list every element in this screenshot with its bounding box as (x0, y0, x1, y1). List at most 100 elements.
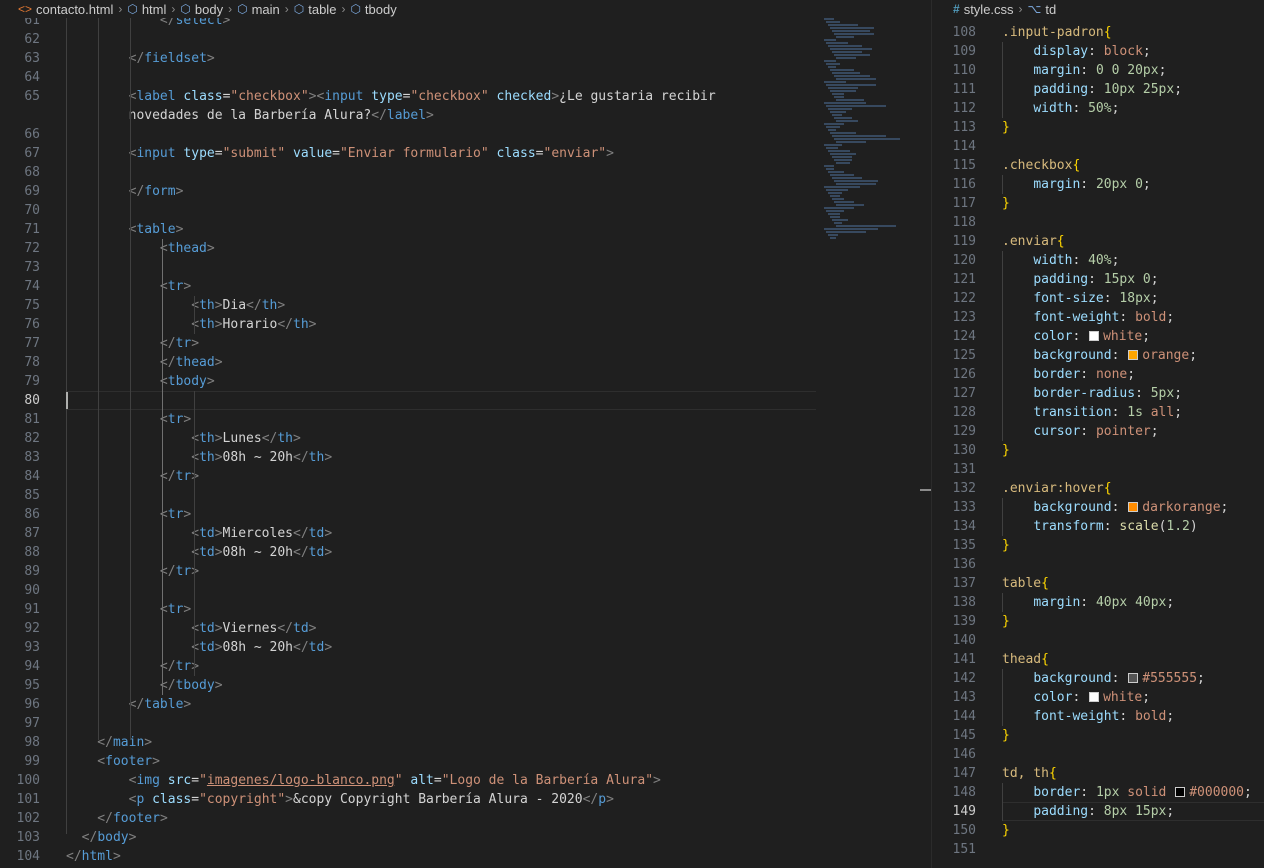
code-line[interactable]: 81 <tr> (0, 410, 931, 429)
breadcrumb-item[interactable]: <> contacto.html (18, 2, 113, 17)
code-line[interactable]: 89 </tr> (0, 562, 931, 581)
code-line[interactable]: 65 <label class="checkbox"><input type="… (0, 87, 931, 106)
color-swatch[interactable] (1175, 787, 1186, 797)
color-swatch[interactable] (1128, 673, 1139, 683)
code-line[interactable]: 80 (0, 391, 931, 410)
code-line[interactable]: 129 cursor: pointer; (933, 422, 1264, 441)
code-line[interactable]: 84 </tr> (0, 467, 931, 486)
code-line[interactable]: 147 td, th{ (933, 764, 1264, 783)
code-line[interactable]: 85 (0, 486, 931, 505)
code-line[interactable]: 102 </footer> (0, 809, 931, 828)
code-line[interactable]: 115 .checkbox{ (933, 156, 1264, 175)
code-line[interactable]: 74 <tr> (0, 277, 931, 296)
code-line[interactable]: 71 <table> (0, 220, 931, 239)
code-line[interactable]: 93 <td>08h ~ 20h</td> (0, 638, 931, 657)
breadcrumb-item[interactable]: ⌥ td (1028, 2, 1057, 17)
code-line[interactable]: 126 border: none; (933, 365, 1264, 384)
code-line[interactable]: 68 (0, 163, 931, 182)
code-line[interactable]: 131 (933, 460, 1264, 479)
code-line[interactable]: 104 </html> (0, 847, 931, 866)
code-line[interactable]: 75 <th>Dia</th> (0, 296, 931, 315)
code-line[interactable]: 100 <img src="imagenes/logo-blanco.png" … (0, 771, 931, 790)
code-line[interactable]: 96 </table> (0, 695, 931, 714)
code-line[interactable]: 67 <input type="submit" value="Enviar fo… (0, 144, 931, 163)
code-line[interactable]: 121 padding: 15px 0; (933, 270, 1264, 289)
code-line[interactable]: 139} (933, 612, 1264, 631)
code-line[interactable]: 119 .enviar{ (933, 232, 1264, 251)
code-line[interactable]: 111 padding: 10px 25px; (933, 80, 1264, 99)
scrollbar-position-marker[interactable] (920, 489, 931, 491)
code-line[interactable]: 146 (933, 745, 1264, 764)
code-line[interactable]: 108 .input-padron{ (933, 23, 1264, 42)
color-swatch[interactable] (1089, 331, 1100, 341)
code-line[interactable]: 66 (0, 125, 931, 144)
code-line[interactable]: 82 <th>Lunes</th> (0, 429, 931, 448)
code-line[interactable]: 122 font-size: 18px; (933, 289, 1264, 308)
color-swatch[interactable] (1128, 502, 1139, 512)
code-line[interactable]: 136 (933, 555, 1264, 574)
html-editor-pane[interactable]: <> contacto.html › ⬡ html › ⬡ body › ⬡ main › ⬡ table… (0, 0, 932, 868)
code-line[interactable]: 91 <tr> (0, 600, 931, 619)
code-line[interactable]: 90 (0, 581, 931, 600)
code-line[interactable]: 77 </tr> (0, 334, 931, 353)
code-line[interactable]: 78 </thead> (0, 353, 931, 372)
code-line[interactable]: 116 margin: 20px 0; (933, 175, 1264, 194)
code-line[interactable]: 141 thead{ (933, 650, 1264, 669)
code-line[interactable]: novedades de la Barbería Alura?</label> (0, 106, 931, 125)
code-line[interactable]: 118 (933, 213, 1264, 232)
code-line[interactable]: 98 </main> (0, 733, 931, 752)
code-line[interactable]: 103 </body> (0, 828, 931, 847)
code-line[interactable]: 140 (933, 631, 1264, 650)
code-line[interactable]: 110 margin: 0 0 20px; (933, 61, 1264, 80)
code-line[interactable]: 63 </fieldset> (0, 49, 931, 68)
breadcrumb-item[interactable]: ⬡ table (294, 2, 337, 17)
code-line[interactable]: 112 width: 50%; (933, 99, 1264, 118)
code-line[interactable]: 137 table{ (933, 574, 1264, 593)
code-line[interactable]: 127 border-radius: 5px; (933, 384, 1264, 403)
code-line[interactable]: 101 <p class="copyright">&copy Copyright… (0, 790, 931, 809)
breadcrumb-item[interactable]: ⬡ main (237, 2, 280, 17)
code-line[interactable]: 125 background: orange; (933, 346, 1264, 365)
code-line[interactable]: 124 color: white; (933, 327, 1264, 346)
code-line[interactable]: 97 (0, 714, 931, 733)
code-line[interactable]: 95 </tbody> (0, 676, 931, 695)
code-line[interactable]: 109 display: block; (933, 42, 1264, 61)
code-line[interactable]: 128 transition: 1s all; (933, 403, 1264, 422)
breadcrumb-item[interactable]: ⬡ body (180, 2, 223, 17)
code-line[interactable]: 114 (933, 137, 1264, 156)
code-line[interactable]: 69 </form> (0, 182, 931, 201)
code-line[interactable]: 92 <td>Viernes</td> (0, 619, 931, 638)
color-swatch[interactable] (1128, 350, 1139, 360)
code-line[interactable]: 148 border: 1px solid #000000; (933, 783, 1264, 802)
code-editor[interactable]: 108 .input-padron{109 display: block; 110 … (933, 0, 1264, 868)
breadcrumb-item[interactable]: # style.css (953, 2, 1014, 17)
code-line[interactable]: 99 <footer> (0, 752, 931, 771)
code-line[interactable]: 134 transform: scale(1.2) (933, 517, 1264, 536)
code-line[interactable]: 86 <tr> (0, 505, 931, 524)
code-line[interactable]: 64 (0, 68, 931, 87)
minimap[interactable] (824, 18, 914, 243)
code-line[interactable]: 113} (933, 118, 1264, 137)
code-line[interactable]: 62 (0, 30, 931, 49)
code-editor[interactable]: 61 </select> 62 63 </fieldset> 64 65 <label … (0, 0, 931, 868)
code-line[interactable]: 123 font-weight: bold; (933, 308, 1264, 327)
breadcrumb-item[interactable]: ⬡ html (127, 2, 166, 17)
code-line[interactable]: 117} (933, 194, 1264, 213)
css-editor-pane[interactable]: # style.css › ⌥ td 108 .input-padron{109 disp… (933, 0, 1264, 868)
code-line[interactable]: 150} (933, 821, 1264, 840)
code-line[interactable]: 138 margin: 40px 40px; (933, 593, 1264, 612)
code-line[interactable]: 130} (933, 441, 1264, 460)
code-line[interactable]: 151 (933, 840, 1264, 859)
code-line[interactable]: 76 <th>Horario</th> (0, 315, 931, 334)
code-line[interactable]: 142 background: #555555; (933, 669, 1264, 688)
code-line[interactable]: 132 .enviar:hover{ (933, 479, 1264, 498)
code-line[interactable]: 88 <td>08h ~ 20h</td> (0, 543, 931, 562)
code-line[interactable]: 149 padding: 8px 15px; (933, 802, 1264, 821)
code-line[interactable]: 145} (933, 726, 1264, 745)
code-line[interactable]: 73 (0, 258, 931, 277)
code-line[interactable]: 79 <tbody> (0, 372, 931, 391)
color-swatch[interactable] (1089, 692, 1100, 702)
code-line[interactable]: 135} (933, 536, 1264, 555)
code-line[interactable]: 70 (0, 201, 931, 220)
code-line[interactable]: 143 color: white; (933, 688, 1264, 707)
